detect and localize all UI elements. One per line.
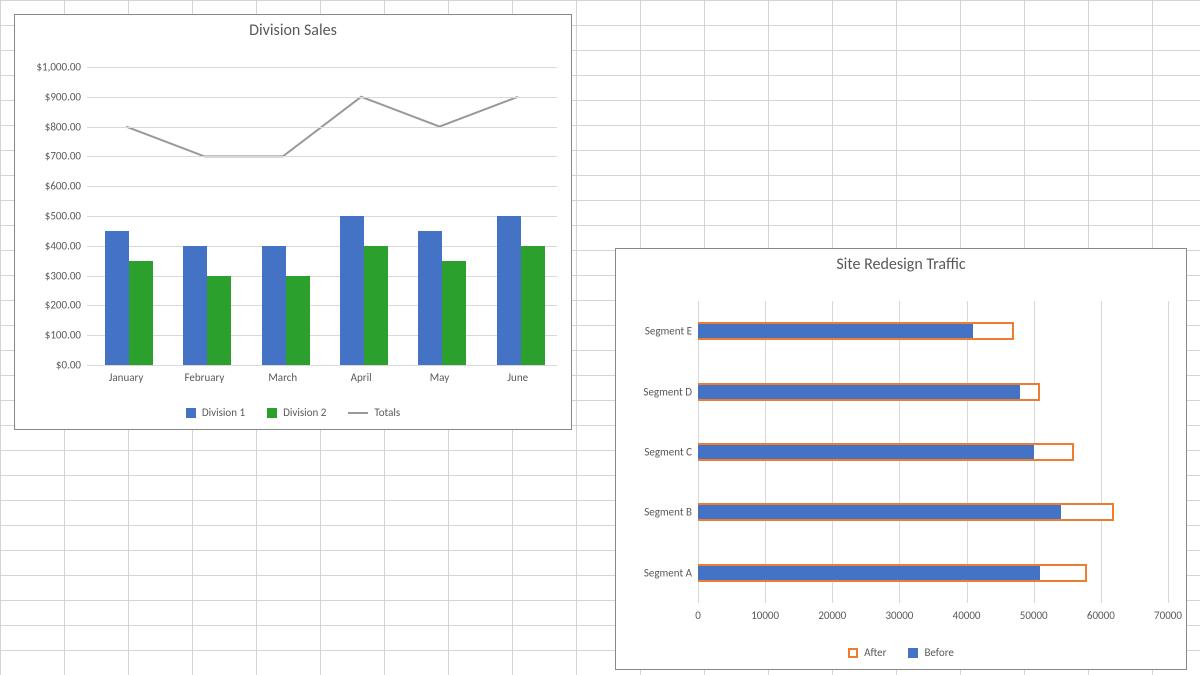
chart-title: Division Sales [15, 21, 571, 40]
x-axis-label: 0 [695, 609, 701, 622]
legend-swatch-icon [186, 408, 196, 418]
legend-label: Division 1 [202, 406, 245, 419]
legend: Division 1 Division 2 Totals [15, 406, 571, 419]
x-axis-label: April [322, 371, 400, 384]
legend-line-icon [348, 412, 368, 414]
gridline [87, 67, 557, 68]
y-axis-label: $900.00 [19, 90, 81, 103]
x-axis-label: March [244, 371, 322, 384]
legend-item-division1: Division 1 [186, 406, 245, 419]
legend-label: After [864, 646, 886, 659]
gridline [87, 335, 557, 336]
plot-area: $0.00$100.00$200.00$300.00$400.00$500.00… [87, 67, 557, 365]
y-axis-label: $1,000.00 [19, 61, 81, 74]
gridline [87, 156, 557, 157]
x-axis-label: January [87, 371, 165, 384]
legend-swatch-icon [908, 648, 918, 658]
gridline [87, 276, 557, 277]
gridline [87, 246, 557, 247]
x-axis-label: 40000 [953, 609, 981, 622]
x-axis-label: February [165, 371, 243, 384]
legend-label: Division 2 [283, 406, 326, 419]
legend-swatch-icon [267, 408, 277, 418]
x-axis-label: 10000 [751, 609, 779, 622]
bar-row: Segment E [698, 301, 1168, 361]
bar-division1 [105, 231, 129, 365]
legend-label: Before [924, 646, 953, 659]
y-axis-label: Segment B [616, 506, 692, 519]
bar-division1 [497, 216, 521, 365]
plot-area: 010000200003000040000500006000070000Segm… [698, 301, 1168, 603]
bar-before [698, 505, 1061, 519]
y-axis-label: Segment A [616, 566, 692, 579]
legend-item-before: Before [908, 646, 953, 659]
x-axis-label: 30000 [885, 609, 913, 622]
x-axis-label: 20000 [818, 609, 846, 622]
chart-title: Site Redesign Traffic [616, 255, 1186, 274]
legend-swatch-icon [848, 648, 858, 658]
bar-before [698, 445, 1034, 459]
bar-row: Segment D [698, 361, 1168, 421]
bar-division1 [183, 246, 207, 365]
y-axis-label: $800.00 [19, 120, 81, 133]
y-axis-label: $500.00 [19, 210, 81, 223]
y-axis-label: $400.00 [19, 239, 81, 252]
x-axis-label: May [400, 371, 478, 384]
bar-division2 [364, 246, 388, 365]
bar-row: Segment B [698, 482, 1168, 542]
bar-row: Segment A [698, 543, 1168, 603]
bar-division2 [129, 261, 153, 365]
chart-site-redesign-traffic[interactable]: Site Redesign Traffic 010000200003000040… [615, 248, 1187, 670]
gridline [87, 305, 557, 306]
gridline [87, 97, 557, 98]
y-axis-label: Segment E [616, 325, 692, 338]
gridline [87, 216, 557, 217]
bar-before [698, 566, 1040, 580]
legend-item-totals: Totals [348, 406, 400, 419]
chart-division-sales[interactable]: Division Sales $0.00$100.00$200.00$300.0… [14, 14, 572, 430]
gridline [1168, 301, 1169, 603]
y-axis-label: $200.00 [19, 299, 81, 312]
bar-division1 [418, 231, 442, 365]
gridline [87, 186, 557, 187]
legend-label: Totals [374, 406, 400, 419]
y-axis-label: $300.00 [19, 269, 81, 282]
bar-division1 [340, 216, 364, 365]
y-axis-label: $700.00 [19, 150, 81, 163]
legend-item-division2: Division 2 [267, 406, 326, 419]
y-axis-label: $100.00 [19, 329, 81, 342]
bar-row: Segment C [698, 422, 1168, 482]
bar-before [698, 324, 973, 338]
x-axis-label: 60000 [1087, 609, 1115, 622]
bar-division1 [262, 246, 286, 365]
x-axis-label: June [479, 371, 557, 384]
bar-division2 [521, 246, 545, 365]
y-axis-label: $0.00 [19, 359, 81, 372]
y-axis-label: Segment D [616, 385, 692, 398]
x-axis-label: 70000 [1154, 609, 1182, 622]
gridline [87, 127, 557, 128]
bar-division2 [442, 261, 466, 365]
y-axis-label: Segment C [616, 445, 692, 458]
gridline [87, 365, 557, 366]
legend-item-after: After [848, 646, 886, 659]
x-axis-label: 50000 [1020, 609, 1048, 622]
bar-division2 [286, 276, 310, 365]
bar-division2 [207, 276, 231, 365]
bar-before [698, 385, 1020, 399]
y-axis-label: $600.00 [19, 180, 81, 193]
legend: After Before [616, 646, 1186, 659]
